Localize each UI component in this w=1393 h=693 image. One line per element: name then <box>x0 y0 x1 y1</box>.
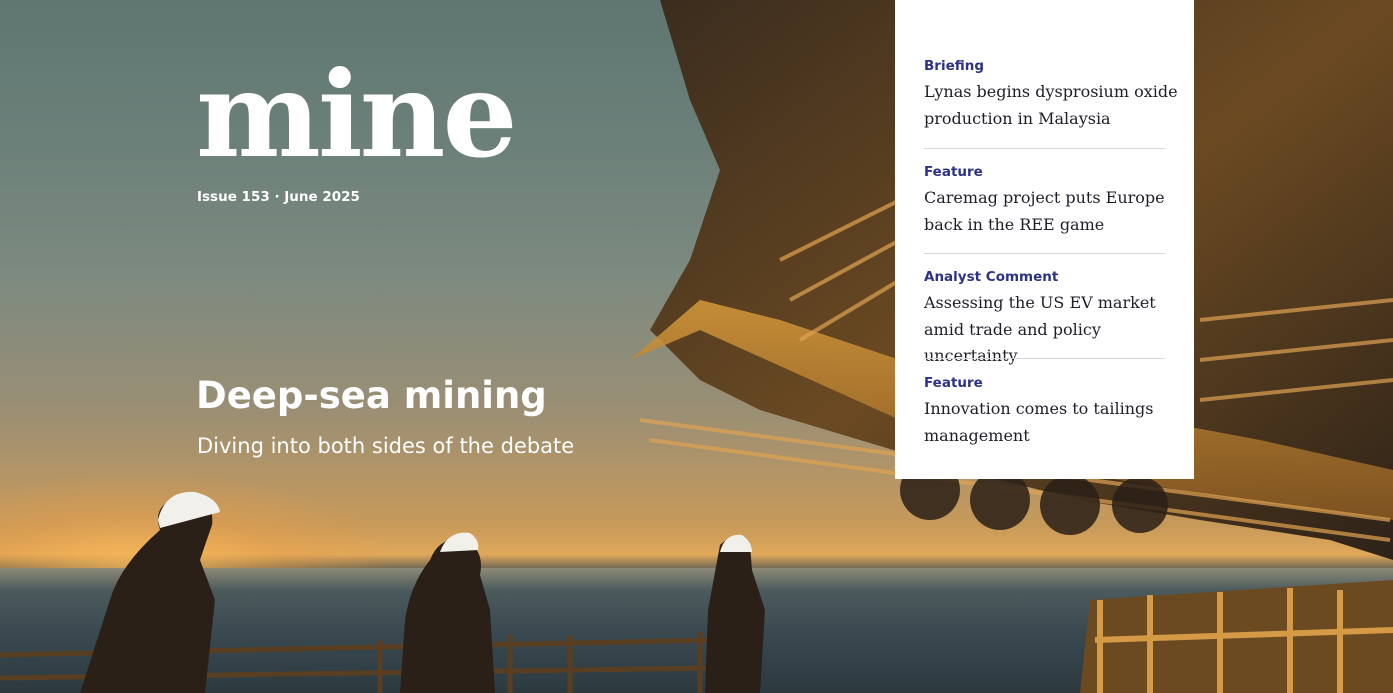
issue-info: Issue 153 · June 2025 <box>197 189 360 205</box>
contents-item-category: Feature <box>924 164 983 180</box>
contents-panel: Briefing Lynas begins dysprosium oxide p… <box>895 0 1194 479</box>
divider <box>924 358 1165 359</box>
contents-item-feature-tailings[interactable]: Feature Innovation comes to tailings man… <box>924 375 1180 449</box>
contents-item-title[interactable]: Lynas begins dysprosium oxide production… <box>924 79 1180 132</box>
contents-item-feature-caremag[interactable]: Feature Caremag project puts Europe back… <box>924 164 1180 238</box>
contents-item-title[interactable]: Caremag project puts Europe back in the … <box>924 185 1180 238</box>
magazine-logo[interactable]: mine <box>196 40 518 190</box>
divider <box>924 253 1165 254</box>
divider <box>924 148 1165 149</box>
cover-subheadline: Diving into both sides of the debate <box>197 434 575 458</box>
contents-item-analyst-comment[interactable]: Analyst Comment Assessing the US EV mark… <box>924 269 1180 370</box>
contents-item-category: Briefing <box>924 58 985 74</box>
contents-item-category: Analyst Comment <box>924 269 1059 285</box>
contents-item-category: Feature <box>924 375 983 391</box>
cover-headline[interactable]: Deep-sea mining <box>196 374 547 417</box>
contents-item-briefing[interactable]: Briefing Lynas begins dysprosium oxide p… <box>924 58 1180 132</box>
contents-item-title[interactable]: Innovation comes to tailings management <box>924 396 1180 449</box>
